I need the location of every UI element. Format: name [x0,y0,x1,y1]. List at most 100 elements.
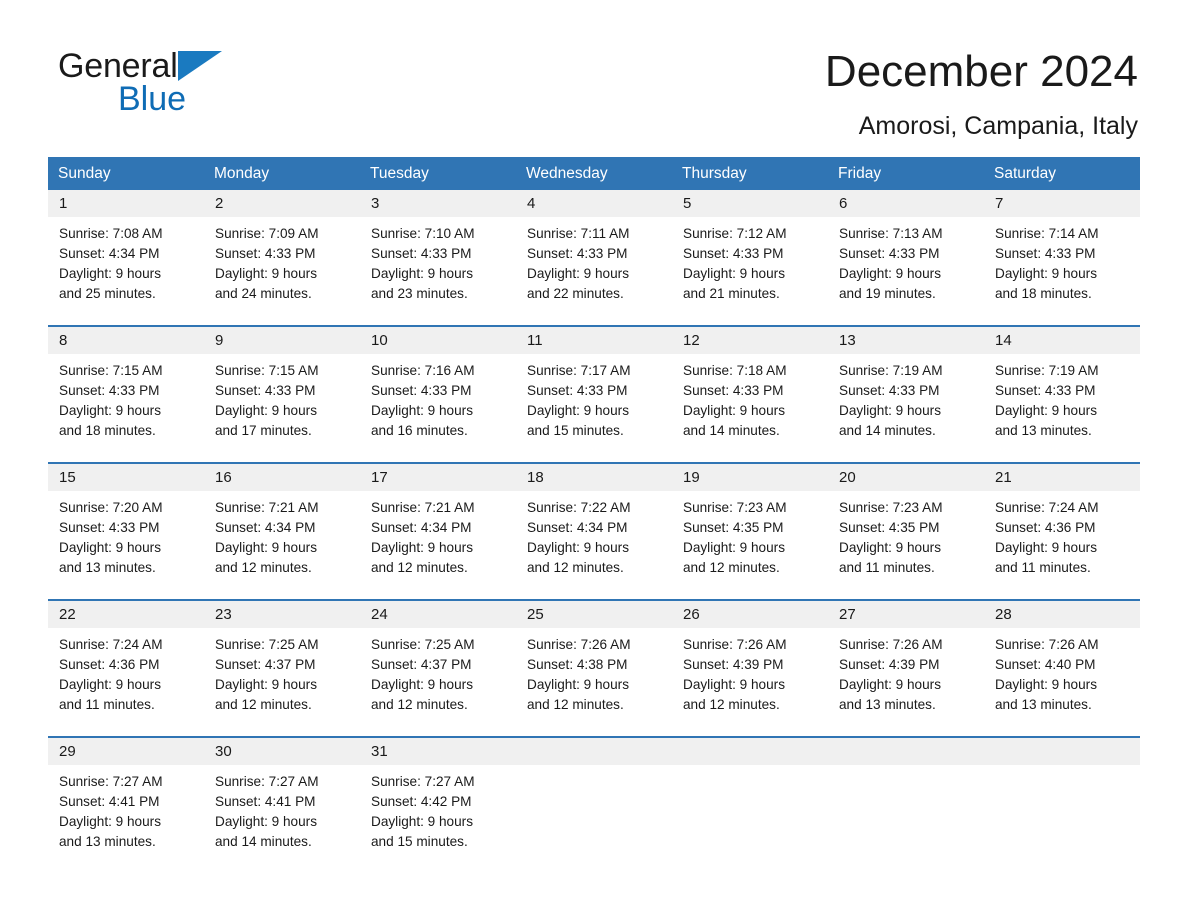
daylight-text-line2: and 15 minutes. [371,834,468,849]
day-number-5[interactable]: 5 [672,190,828,217]
day-number-31[interactable]: 31 [360,738,516,765]
day-number-27[interactable]: 27 [828,601,984,628]
day-number-19[interactable]: 19 [672,464,828,491]
sunset-text: Sunset: 4:33 PM [683,383,784,398]
day-cell-16[interactable]: Sunrise: 7:21 AM Sunset: 4:34 PM Daylight:… [204,491,360,599]
day-number-23[interactable]: 23 [204,601,360,628]
daylight-text-line1: Daylight: 9 hours [527,403,630,418]
day-number-25[interactable]: 25 [516,601,672,628]
day-cell-27[interactable]: Sunrise: 7:26 AM Sunset: 4:39 PM Daylight:… [828,628,984,736]
day-cell-13[interactable]: Sunrise: 7:19 AM Sunset: 4:33 PM Daylight:… [828,354,984,462]
day-number-4[interactable]: 4 [516,190,672,217]
daylight-text-line2: and 15 minutes. [527,423,624,438]
calendar-week-row: 1 2 3 4 5 6 7 Sunrise: 7:08 AM Sunset: 4:34 PM Da… [48,190,1140,325]
sunset-text: Sunset: 4:41 PM [215,794,316,809]
sunset-text: Sunset: 4:33 PM [59,520,160,535]
day-number-11[interactable]: 11 [516,327,672,354]
day-cell-2[interactable]: Sunrise: 7:09 AM Sunset: 4:33 PM Daylight:… [204,217,360,325]
daylight-text-line2: and 21 minutes. [683,286,780,301]
sunrise-text: Sunrise: 7:26 AM [527,637,631,652]
sunset-text: Sunset: 4:33 PM [527,246,628,261]
sunrise-text: Sunrise: 7:27 AM [59,774,163,789]
daylight-text-line1: Daylight: 9 hours [839,677,942,692]
day-cell-19[interactable]: Sunrise: 7:23 AM Sunset: 4:35 PM Daylight:… [672,491,828,599]
daylight-text-line1: Daylight: 9 hours [683,677,786,692]
daylight-text-line1: Daylight: 9 hours [371,814,474,829]
day-number-18[interactable]: 18 [516,464,672,491]
sunset-text: Sunset: 4:33 PM [371,383,472,398]
day-cell-8[interactable]: Sunrise: 7:15 AM Sunset: 4:33 PM Daylight:… [48,354,204,462]
day-number-14[interactable]: 14 [984,327,1140,354]
sunset-text: Sunset: 4:33 PM [215,383,316,398]
day-number-28[interactable]: 28 [984,601,1140,628]
day-number-band: 1234567 [48,190,1140,217]
day-cell-11[interactable]: Sunrise: 7:17 AM Sunset: 4:33 PM Daylight:… [516,354,672,462]
day-number-17[interactable]: 17 [360,464,516,491]
sunset-text: Sunset: 4:33 PM [995,383,1096,398]
daylight-text-line1: Daylight: 9 hours [59,266,162,281]
day-cell-4[interactable]: Sunrise: 7:11 AM Sunset: 4:33 PM Daylight:… [516,217,672,325]
day-cell-25[interactable]: Sunrise: 7:26 AM Sunset: 4:38 PM Daylight:… [516,628,672,736]
sunrise-text: Sunrise: 7:26 AM [839,637,943,652]
daylight-text-line2: and 13 minutes. [839,697,936,712]
daylight-text-line2: and 14 minutes. [839,423,936,438]
sunrise-text: Sunrise: 7:22 AM [527,500,631,515]
day-number-29[interactable]: 29 [48,738,204,765]
daylight-text-line1: Daylight: 9 hours [59,814,162,829]
day-number-24[interactable]: 24 [360,601,516,628]
day-number-band: 22 23 24 25 26 27 28 [48,601,1140,628]
day-number-7[interactable]: 7 [984,190,1140,217]
day-number-22[interactable]: 22 [48,601,204,628]
sunset-text: Sunset: 4:33 PM [839,246,940,261]
day-cell-30[interactable]: Sunrise: 7:27 AM Sunset: 4:41 PM Daylight:… [204,765,360,873]
day-number-30[interactable]: 30 [204,738,360,765]
day-number-6[interactable]: 6 [828,190,984,217]
day-number-1[interactable]: 1 [48,190,204,217]
day-cell-15[interactable]: Sunrise: 7:20 AM Sunset: 4:33 PM Daylight:… [48,491,204,599]
day-number-15[interactable]: 15 [48,464,204,491]
day-number-3[interactable]: 3 [360,190,516,217]
sunrise-text: Sunrise: 7:24 AM [995,500,1099,515]
day-number-21[interactable]: 21 [984,464,1140,491]
day-cell-26[interactable]: Sunrise: 7:26 AM Sunset: 4:39 PM Daylight:… [672,628,828,736]
day-cell-3[interactable]: Sunrise: 7:10 AM Sunset: 4:33 PM Daylight:… [360,217,516,325]
day-cell-28[interactable]: Sunrise: 7:26 AM Sunset: 4:40 PM Daylight:… [984,628,1140,736]
day-cell-23[interactable]: Sunrise: 7:25 AM Sunset: 4:37 PM Daylight:… [204,628,360,736]
day-cell-9[interactable]: Sunrise: 7:15 AM Sunset: 4:33 PM Daylight:… [204,354,360,462]
day-cell-29[interactable]: Sunrise: 7:27 AM Sunset: 4:41 PM Daylight:… [48,765,204,873]
day-cell-21[interactable]: Sunrise: 7:24 AM Sunset: 4:36 PM Daylight:… [984,491,1140,599]
daylight-text-line2: and 12 minutes. [215,697,312,712]
day-cell-12[interactable]: Sunrise: 7:18 AM Sunset: 4:33 PM Daylight:… [672,354,828,462]
day-cell-22[interactable]: Sunrise: 7:24 AM Sunset: 4:36 PM Daylight:… [48,628,204,736]
day-number-8[interactable]: 8 [48,327,204,354]
day-cell-5[interactable]: Sunrise: 7:12 AM Sunset: 4:33 PM Daylight:… [672,217,828,325]
day-cell-24[interactable]: Sunrise: 7:25 AM Sunset: 4:37 PM Daylight:… [360,628,516,736]
day-number-20[interactable]: 20 [828,464,984,491]
day-number-13[interactable]: 13 [828,327,984,354]
day-number-12[interactable]: 12 [672,327,828,354]
day-cell-6[interactable]: Sunrise: 7:13 AM Sunset: 4:33 PM Daylight:… [828,217,984,325]
daylight-text-line1: Daylight: 9 hours [59,403,162,418]
day-cell-18[interactable]: Sunrise: 7:22 AM Sunset: 4:34 PM Daylight:… [516,491,672,599]
weekday-header-saturday: Saturday [994,165,1057,182]
day-cell-31[interactable]: Sunrise: 7:27 AM Sunset: 4:42 PM Daylight:… [360,765,516,873]
daylight-text-line1: Daylight: 9 hours [371,403,474,418]
sunrise-text: Sunrise: 7:27 AM [215,774,319,789]
day-number-10[interactable]: 10 [360,327,516,354]
day-cell-17[interactable]: Sunrise: 7:21 AM Sunset: 4:34 PM Daylight:… [360,491,516,599]
sunrise-text: Sunrise: 7:21 AM [371,500,475,515]
day-number-2[interactable]: 2 [204,190,360,217]
day-cell-20[interactable]: Sunrise: 7:23 AM Sunset: 4:35 PM Daylight:… [828,491,984,599]
sunset-text: Sunset: 4:34 PM [527,520,628,535]
daylight-text-line1: Daylight: 9 hours [215,540,318,555]
day-number-9[interactable]: 9 [204,327,360,354]
day-cell-7[interactable]: Sunrise: 7:14 AM Sunset: 4:33 PM Daylight:… [984,217,1140,325]
day-cell-14[interactable]: Sunrise: 7:19 AM Sunset: 4:33 PM Daylight:… [984,354,1140,462]
day-number-16[interactable]: 16 [204,464,360,491]
day-number-26[interactable]: 26 [672,601,828,628]
day-cell-10[interactable]: Sunrise: 7:16 AM Sunset: 4:33 PM Daylight:… [360,354,516,462]
sunrise-text: Sunrise: 7:25 AM [215,637,319,652]
day-cell-1[interactable]: Sunrise: 7:08 AM Sunset: 4:34 PM Daylight:… [48,217,204,325]
daylight-text-line2: and 13 minutes. [995,697,1092,712]
page-header: General Blue December 2024 Amorosi, Camp… [0,0,1188,150]
